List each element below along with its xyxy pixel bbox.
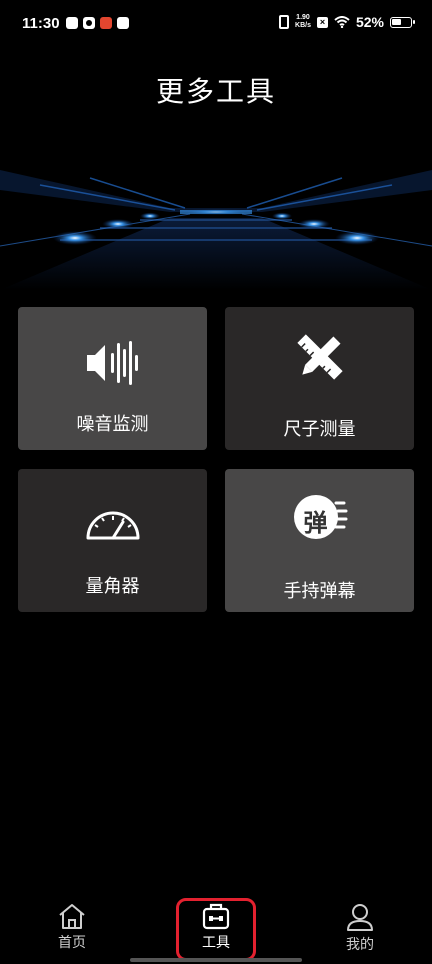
battery-percent: 52% bbox=[355, 14, 384, 30]
tool-tile-ruler[interactable]: 尺子测量 bbox=[225, 307, 414, 450]
sim-disabled-icon: × bbox=[316, 16, 328, 28]
notification-mail-icon bbox=[117, 17, 129, 29]
home-icon bbox=[59, 904, 85, 929]
status-right: 1.90 KB/s × 52% bbox=[279, 14, 415, 30]
protractor-icon bbox=[86, 511, 139, 540]
network-speed-value: 1.90 bbox=[296, 14, 310, 21]
tool-label: 量角器 bbox=[85, 576, 140, 597]
ruler-pencil-icon bbox=[296, 334, 343, 380]
battery-fill bbox=[392, 18, 401, 25]
tool-label: 尺子测量 bbox=[283, 419, 356, 440]
nav-item-profile[interactable]: 我的 bbox=[320, 892, 400, 964]
active-tab-highlight bbox=[176, 898, 256, 961]
battery-icon bbox=[390, 16, 415, 28]
nav-label: 我的 bbox=[346, 937, 374, 953]
nav-label: 首页 bbox=[58, 935, 86, 951]
bullet-screen-icon: 弹 bbox=[290, 491, 350, 543]
gesture-bar[interactable] bbox=[130, 958, 302, 962]
notification-icons bbox=[66, 17, 129, 29]
page-title: 更多工具 bbox=[155, 75, 276, 108]
bullet-screen-icon-text: 弹 bbox=[303, 509, 328, 537]
wifi-icon bbox=[334, 16, 350, 28]
tool-tile-protractor[interactable]: 量角器 bbox=[18, 469, 207, 612]
user-icon bbox=[347, 904, 373, 931]
status-bar: 11:30 1.90 KB/s × 52% bbox=[0, 0, 432, 50]
tool-tile-bullet-screen[interactable]: 弹 手持弹幕 bbox=[225, 469, 414, 612]
network-speed: 1.90 KB/s bbox=[295, 14, 311, 30]
tool-tile-noise-monitor[interactable]: 噪音监测 bbox=[18, 307, 207, 450]
notification-app-icon bbox=[66, 17, 78, 29]
vibrate-icon bbox=[279, 15, 290, 29]
notification-app-icon bbox=[83, 17, 95, 29]
tool-label: 噪音监测 bbox=[76, 414, 149, 435]
tool-label: 手持弹幕 bbox=[283, 581, 356, 602]
noise-waveform-icon bbox=[86, 341, 138, 385]
status-time: 11:30 bbox=[22, 15, 60, 32]
nav-item-home[interactable]: 首页 bbox=[32, 892, 112, 964]
network-speed-unit: KB/s bbox=[295, 22, 311, 29]
banner-image bbox=[0, 150, 432, 290]
notification-app-icon bbox=[100, 17, 112, 29]
